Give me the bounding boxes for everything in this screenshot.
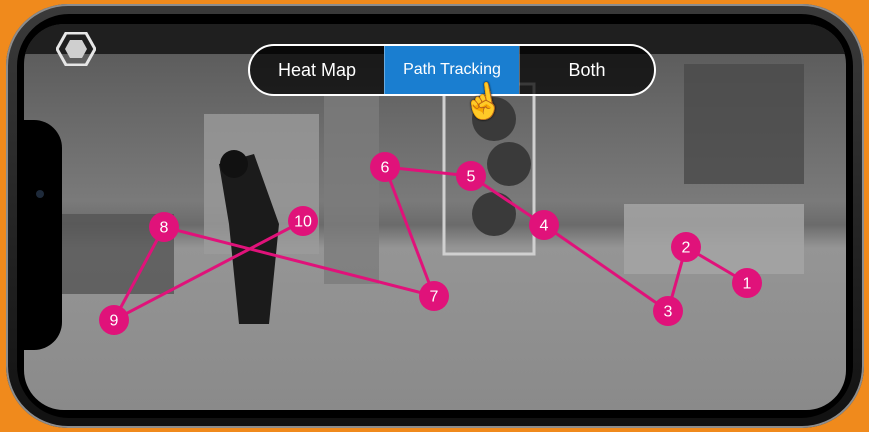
path-point-label: 1 [743, 276, 752, 293]
path-point-label: 2 [682, 240, 691, 257]
path-point-label: 10 [294, 214, 312, 231]
path-point-label: 6 [381, 160, 390, 177]
path-point-3[interactable]: 3 [653, 296, 683, 326]
path-tracking-overlay: 1 2 3 4 5 6 7 8 9 10 [99, 152, 762, 335]
app-stage: Heat Map Path Tracking Both 1 2 3 4 5 6 7 8 9 10 … [0, 0, 869, 432]
path-point-4[interactable]: 4 [529, 210, 559, 240]
path-point-9[interactable]: 9 [99, 305, 129, 335]
path-point-label: 8 [160, 220, 169, 237]
path-point-label: 4 [540, 218, 549, 235]
path-segment [163, 225, 435, 298]
path-point-label: 7 [430, 289, 439, 306]
path-point-label: 3 [664, 304, 673, 321]
path-segment [113, 219, 304, 322]
path-point-1[interactable]: 1 [732, 268, 762, 298]
path-segment [383, 166, 436, 297]
path-point-10[interactable]: 10 [288, 206, 318, 236]
path-point-7[interactable]: 7 [419, 281, 449, 311]
path-point-6[interactable]: 6 [370, 152, 400, 182]
path-point-5[interactable]: 5 [456, 161, 486, 191]
path-point-2[interactable]: 2 [671, 232, 701, 262]
path-point-label: 5 [467, 169, 476, 186]
path-point-label: 9 [110, 313, 119, 330]
pointing-hand-cursor-icon: ☝ [459, 79, 508, 125]
path-segment [543, 223, 669, 313]
path-point-8[interactable]: 8 [149, 212, 179, 242]
path-points: 1 2 3 4 5 6 7 8 9 10 [99, 152, 762, 335]
